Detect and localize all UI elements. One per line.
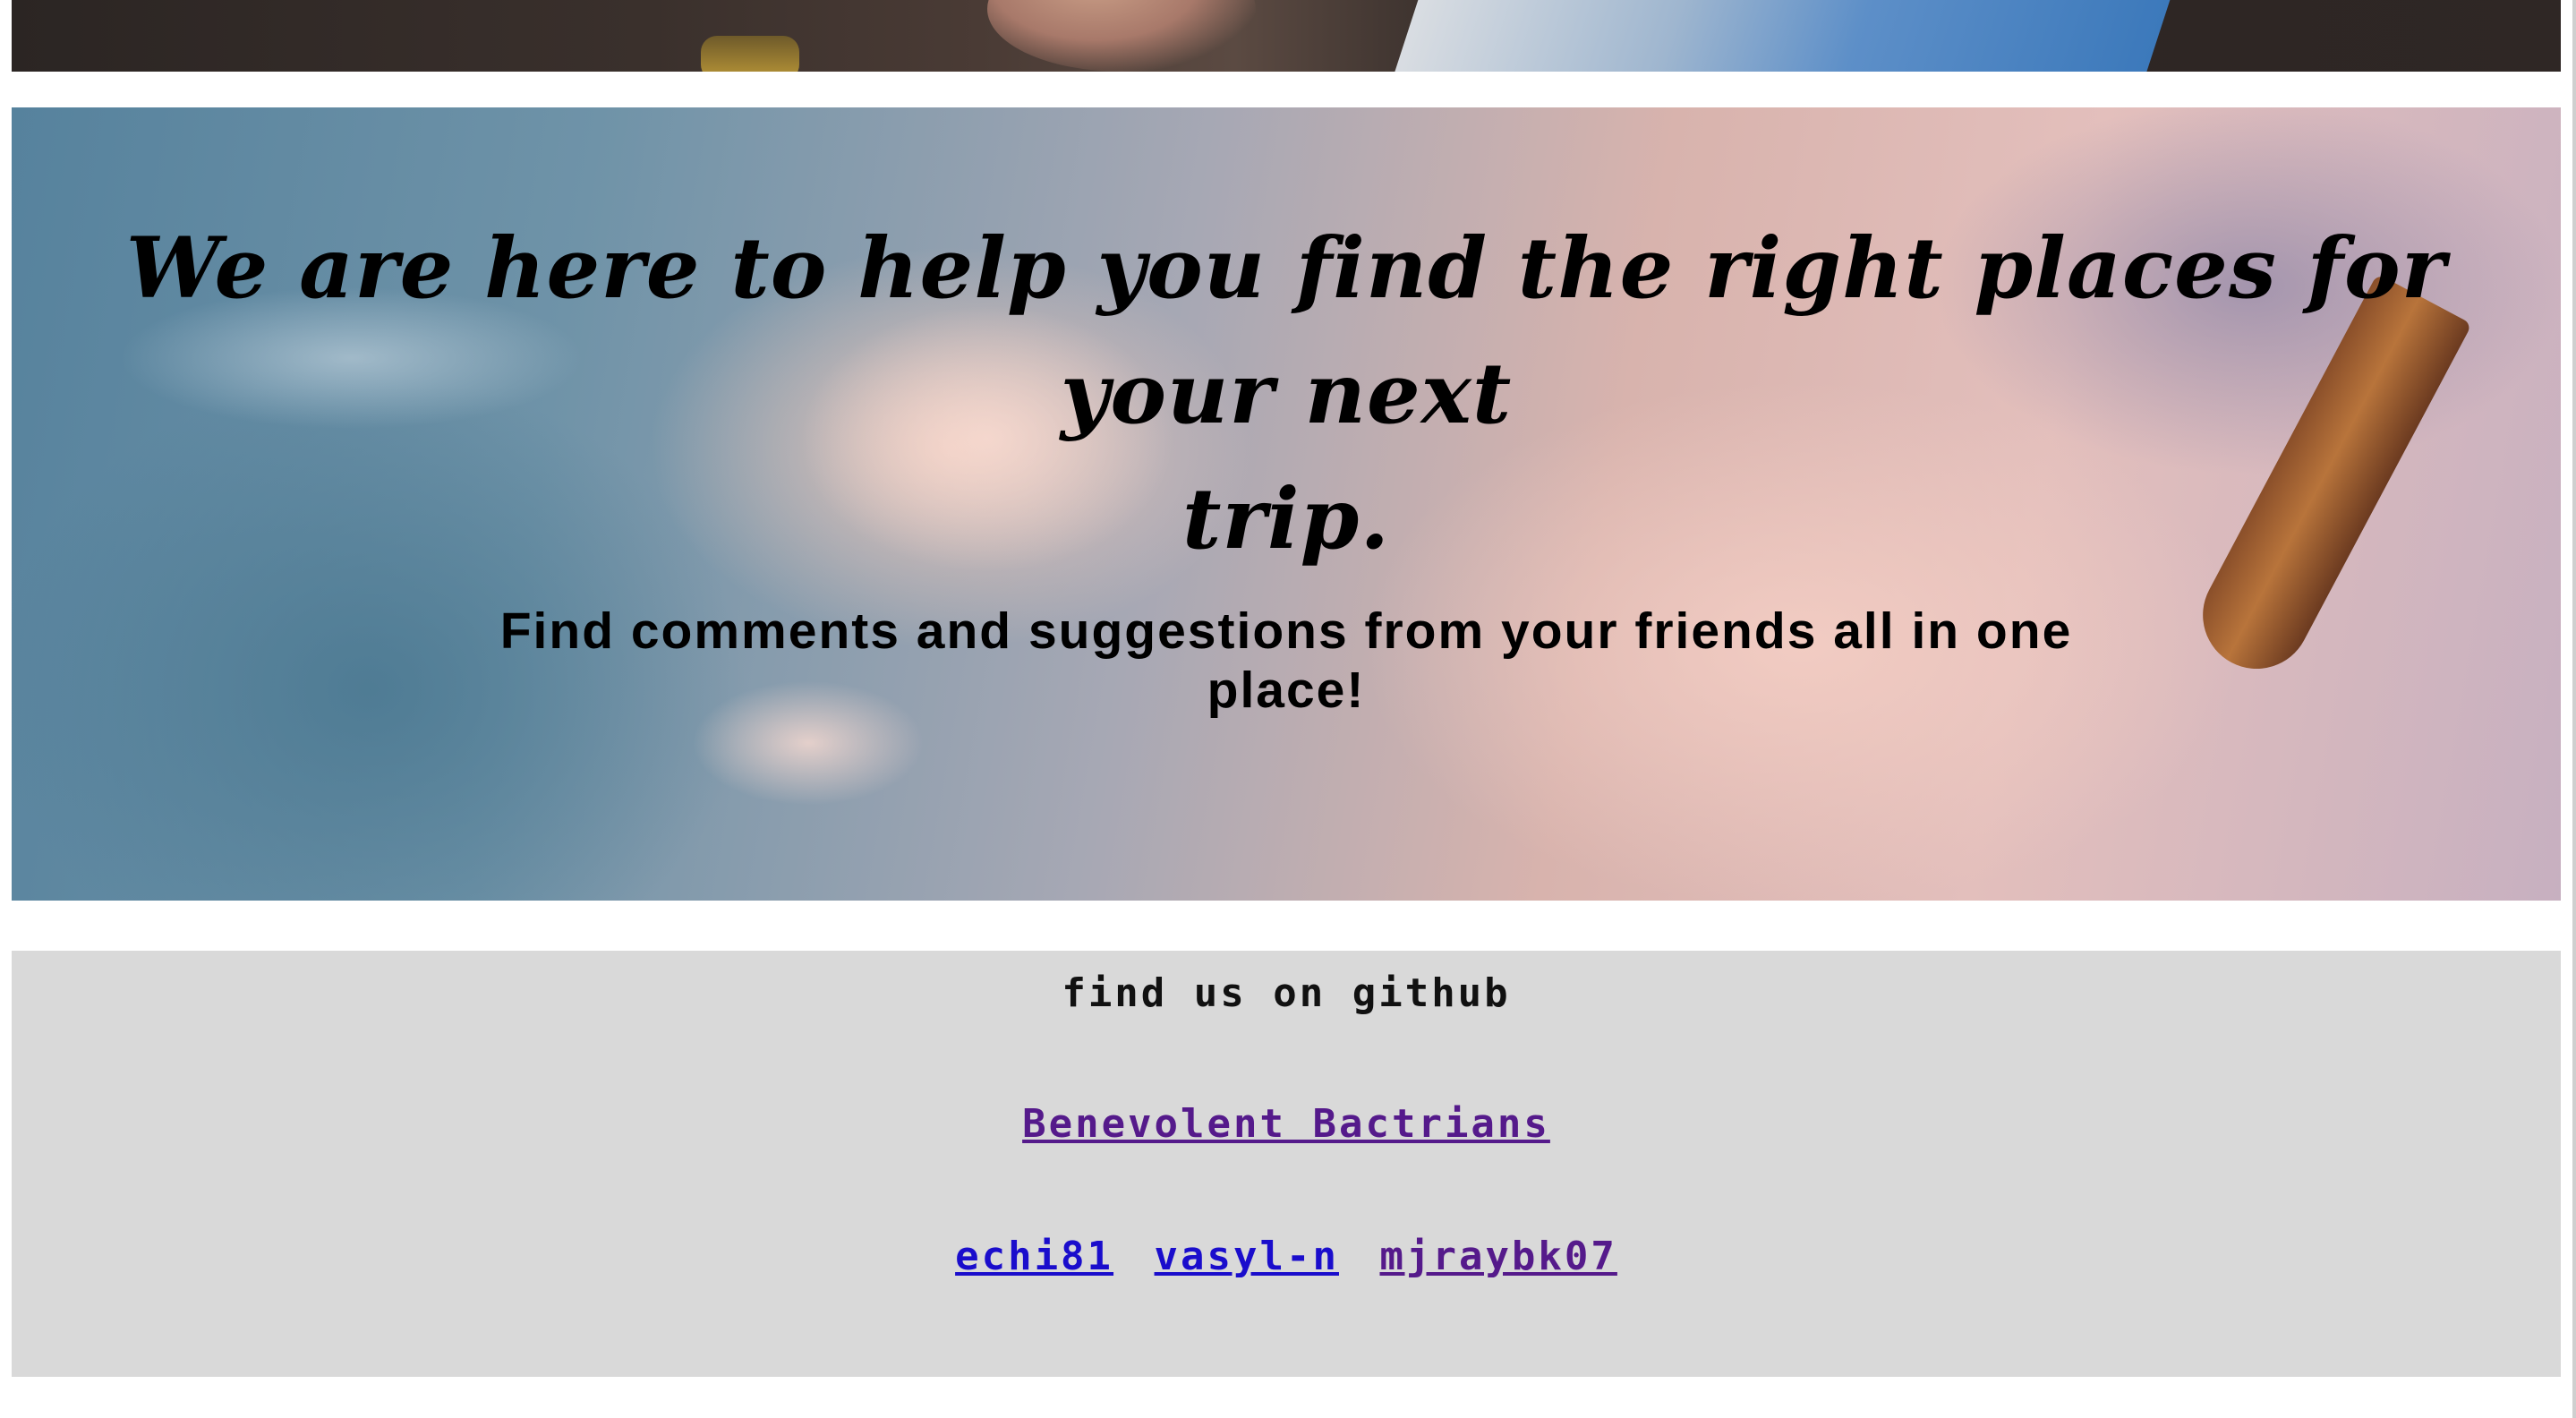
hero-title: We are here to help you find the right p…	[12, 206, 2561, 582]
hero-subtitle: Find comments and suggestions from your …	[12, 602, 2561, 720]
member-link-vasyl-n[interactable]: vasyl-n	[1155, 1234, 1339, 1279]
hero-subtitle-line: place!	[1207, 662, 1366, 719]
map-image-detail	[1395, 0, 2173, 72]
footer-heading: find us on github	[1062, 970, 1511, 1016]
footer: find us on github Benevolent Bactrians e…	[12, 951, 2561, 1377]
hero-title-line: We are here to help you find the right p…	[125, 219, 2447, 443]
top-photo-image	[12, 0, 2561, 72]
page: We are here to help you find the right p…	[0, 0, 2576, 1418]
hero-banner: We are here to help you find the right p…	[12, 107, 2561, 901]
member-link-mjraybk07[interactable]: mjraybk07	[1379, 1234, 1616, 1279]
member-links: echi81 vasyl-n mjraybk07	[12, 1234, 2561, 1279]
team-link-container: Benevolent Bactrians	[12, 1101, 2561, 1147]
watch-image-detail	[701, 36, 799, 72]
member-link-echi81[interactable]: echi81	[955, 1234, 1113, 1279]
hand-image-detail	[987, 0, 1256, 72]
team-github-link[interactable]: Benevolent Bactrians	[1022, 1101, 1550, 1147]
hero-subtitle-line: Find comments and suggestions from your …	[499, 602, 2073, 660]
window-edge	[2572, 0, 2576, 1418]
hero-title-line: trip.	[1181, 470, 1391, 568]
